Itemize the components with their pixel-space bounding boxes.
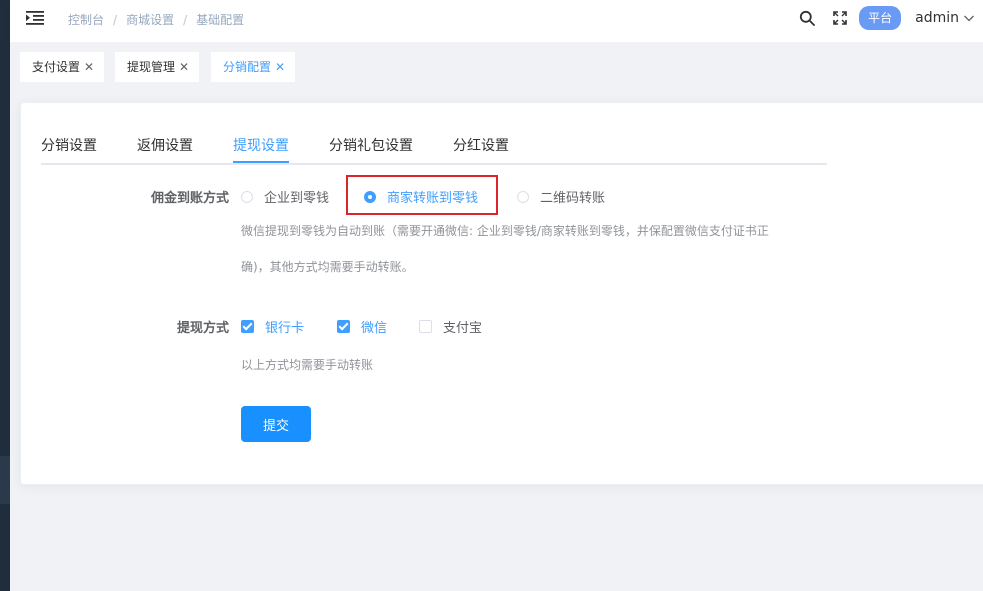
tab-dividend-settings[interactable]: 分红设置 <box>453 135 509 155</box>
navbar-right: 平台 admin <box>799 0 983 36</box>
tab-gift-package-settings[interactable]: 分销礼包设置 <box>329 135 413 155</box>
top-navbar: 控制台 / 商城设置 / 基础配置 平台 admin <box>10 0 983 42</box>
chevron-down-icon[interactable] <box>963 12 975 24</box>
checkbox-bank-card[interactable]: 银行卡 <box>241 317 304 336</box>
close-icon[interactable]: ✕ <box>179 52 189 82</box>
radio-enterprise-to-change[interactable]: 企业到零钱 <box>241 187 329 206</box>
tags-view-bar: 支付设置 ✕ 提现管理 ✕ 分销配置 ✕ <box>10 42 983 92</box>
close-icon[interactable]: ✕ <box>84 52 94 82</box>
tab-commission-settings[interactable]: 返佣设置 <box>137 135 193 155</box>
breadcrumb-item-mall-settings[interactable]: 商城设置 <box>126 13 174 27</box>
commission-hint: 微信提现到零钱为自动到账（需要开通微信: 企业到零钱/商家转账到零钱，并保配置微… <box>241 213 821 285</box>
breadcrumb: 控制台 / 商城设置 / 基础配置 <box>68 11 244 28</box>
commission-method-label: 佣金到账方式 <box>150 191 229 206</box>
checkbox-label: 微信 <box>361 321 388 336</box>
withdraw-method-label: 提现方式 <box>176 321 229 336</box>
hamburger-icon[interactable] <box>26 9 44 27</box>
breadcrumb-item-dashboard[interactable]: 控制台 <box>68 13 104 27</box>
withdraw-hint: 以上方式均需要手动转账 <box>241 358 374 372</box>
checkbox-label: 银行卡 <box>265 321 305 336</box>
breadcrumb-separator: / <box>113 13 118 27</box>
sidebar-collapsed <box>0 0 10 591</box>
checkbox-box <box>419 320 432 333</box>
tag-withdraw-management[interactable]: 提现管理 ✕ <box>115 52 200 82</box>
radio-circle <box>241 190 253 203</box>
search-icon[interactable] <box>799 10 816 26</box>
checkbox-label: 支付宝 <box>443 321 483 336</box>
tag-distribution-config[interactable]: 分销配置 ✕ <box>211 52 296 82</box>
checkbox-wechat[interactable]: 微信 <box>337 317 387 336</box>
fullscreen-icon[interactable] <box>833 11 847 25</box>
close-icon[interactable]: ✕ <box>275 52 285 82</box>
tag-label: 支付设置 <box>32 60 81 74</box>
tag-label: 分销配置 <box>223 60 272 74</box>
tag-payment-settings[interactable]: 支付设置 ✕ <box>20 52 105 82</box>
breadcrumb-item-basic-config: 基础配置 <box>196 13 245 27</box>
sidebar-active-item[interactable] <box>0 456 10 504</box>
settings-card: 分销设置 返佣设置 提现设置 分销礼包设置 分红设置 佣金到账方式 企业到零钱 … <box>20 102 983 485</box>
checkbox-box <box>241 320 254 333</box>
user-name[interactable]: admin <box>915 10 959 26</box>
tag-label: 提现管理 <box>127 60 176 74</box>
checkbox-box <box>337 320 350 333</box>
commission-hint-line2: 确)，其他方式均需要手动转账。 <box>241 260 414 274</box>
commission-hint-line1: 微信提现到零钱为自动到账（需要开通微信: 企业到零钱/商家转账到零钱，并保配置微… <box>241 224 769 238</box>
radio-circle <box>517 190 529 203</box>
tab-distribution-settings[interactable]: 分销设置 <box>41 135 97 155</box>
settings-tabs: 分销设置 返佣设置 提现设置 分销礼包设置 分红设置 <box>41 123 827 165</box>
breadcrumb-separator: / <box>183 13 188 27</box>
checkbox-alipay[interactable]: 支付宝 <box>419 317 482 336</box>
radio-label: 二维码转账 <box>540 191 606 206</box>
radio-qrcode-transfer[interactable]: 二维码转账 <box>517 187 605 206</box>
submit-button[interactable]: 提交 <box>241 406 311 442</box>
platform-badge: 平台 <box>859 6 902 30</box>
tab-active-indicator <box>233 161 289 163</box>
tab-withdraw-settings[interactable]: 提现设置 <box>233 135 289 155</box>
highlight-annotation-box <box>346 175 498 215</box>
radio-label: 企业到零钱 <box>264 191 330 206</box>
